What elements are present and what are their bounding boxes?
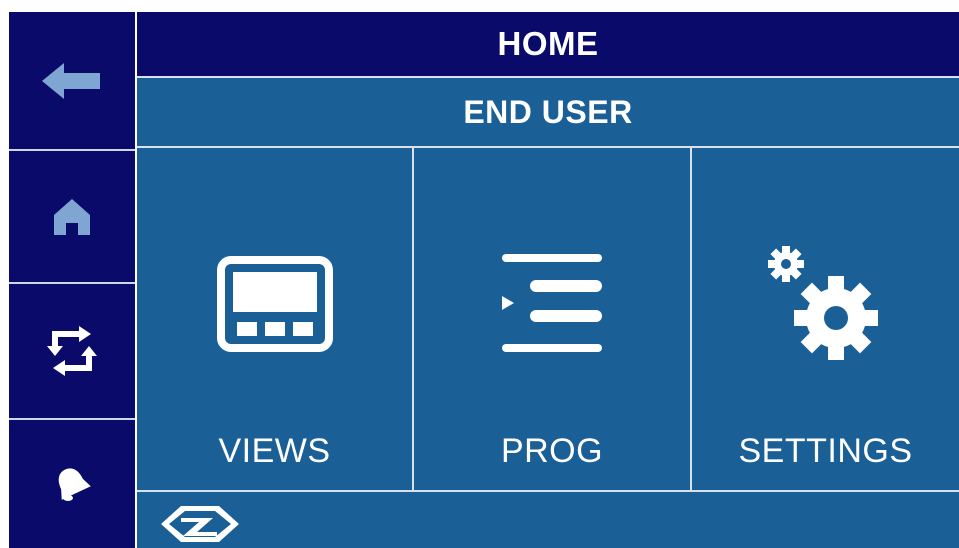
prog-label: PROG (500, 432, 604, 470)
tile-divider (690, 148, 692, 490)
gears-icon (767, 246, 878, 360)
home-button[interactable] (9, 151, 135, 282)
prog-tile[interactable]: PROG (414, 148, 690, 490)
views-label: VIEWS (218, 432, 331, 470)
menu-tiles: VIEWS PROG SETTINGS (137, 148, 959, 490)
program-list-icon (502, 254, 602, 352)
footer (137, 492, 959, 548)
brand-logo-icon (161, 506, 239, 542)
back-button[interactable] (9, 12, 135, 149)
sidebar (9, 12, 135, 548)
bell-icon (58, 468, 91, 501)
settings-tile[interactable]: SETTINGS (692, 148, 959, 490)
alarms-button[interactable] (9, 420, 135, 548)
back-arrow-icon (42, 62, 100, 99)
refresh-cycle-icon (47, 326, 97, 376)
settings-label: SETTINGS (738, 432, 913, 470)
page-title: HOME (137, 12, 959, 76)
refresh-button[interactable] (9, 284, 135, 418)
main-panel: HOME END USER VIEWS PROG SETTINGS (137, 12, 959, 548)
tile-divider (412, 148, 414, 490)
views-tile[interactable]: VIEWS (137, 148, 412, 490)
hmi-screen: HOME END USER VIEWS PROG SETTINGS (9, 12, 959, 548)
home-icon (54, 198, 90, 235)
user-level-label: END USER (137, 78, 959, 146)
display-panel-icon (216, 256, 333, 352)
